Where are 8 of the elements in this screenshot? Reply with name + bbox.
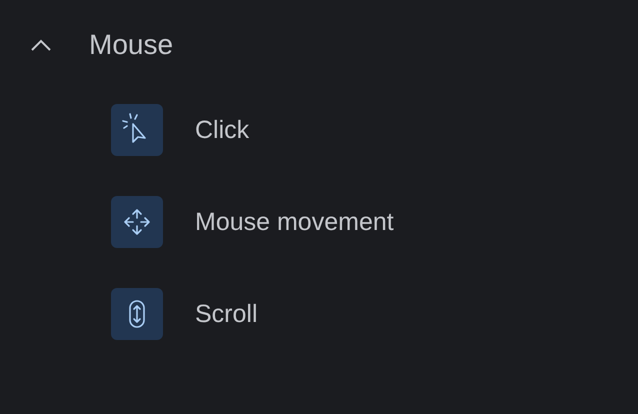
chevron-up-icon[interactable]	[31, 39, 51, 51]
list-item-label[interactable]: Mouse movement	[195, 208, 394, 236]
list-item-label[interactable]: Click	[195, 116, 250, 144]
section-title: Mouse	[89, 29, 174, 61]
cursor-click-icon	[111, 104, 163, 156]
scroll-icon	[111, 288, 163, 340]
move-arrows-icon	[111, 196, 163, 248]
list-item-label[interactable]: Scroll	[195, 300, 258, 328]
